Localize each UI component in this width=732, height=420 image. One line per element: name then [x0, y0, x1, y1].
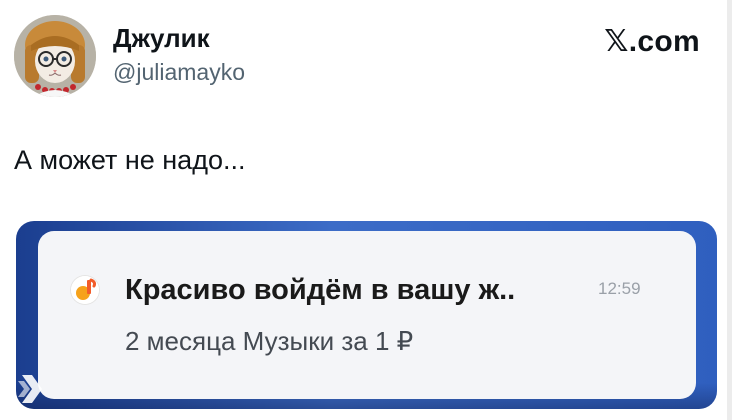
- notification-time: 12:59: [598, 279, 641, 298]
- avatar[interactable]: [14, 15, 96, 97]
- tweet-card: Джулик @juliamayko 𝕏.com А может не надо…: [0, 0, 732, 420]
- cat-avatar-icon: [14, 15, 96, 97]
- tweet-media-image[interactable]: Красиво войдём в вашу ж.. 12:59 2 месяца…: [16, 221, 717, 409]
- username-handle[interactable]: @juliamayko: [113, 61, 245, 84]
- push-notification: Красиво войдём в вашу ж.. 12:59 2 месяца…: [38, 231, 696, 399]
- page-edge: [727, 0, 732, 420]
- music-note-icon: [70, 275, 100, 305]
- notification-body: 2 месяца Музыки за 1 ₽: [125, 326, 414, 356]
- display-name[interactable]: Джулик: [113, 25, 210, 51]
- notification-title: Красиво войдём в вашу ж..: [125, 274, 516, 306]
- media-watermark-icon: [16, 371, 46, 407]
- tweet-text: А может не надо...: [14, 145, 246, 175]
- x-logo: 𝕏.com: [604, 25, 700, 58]
